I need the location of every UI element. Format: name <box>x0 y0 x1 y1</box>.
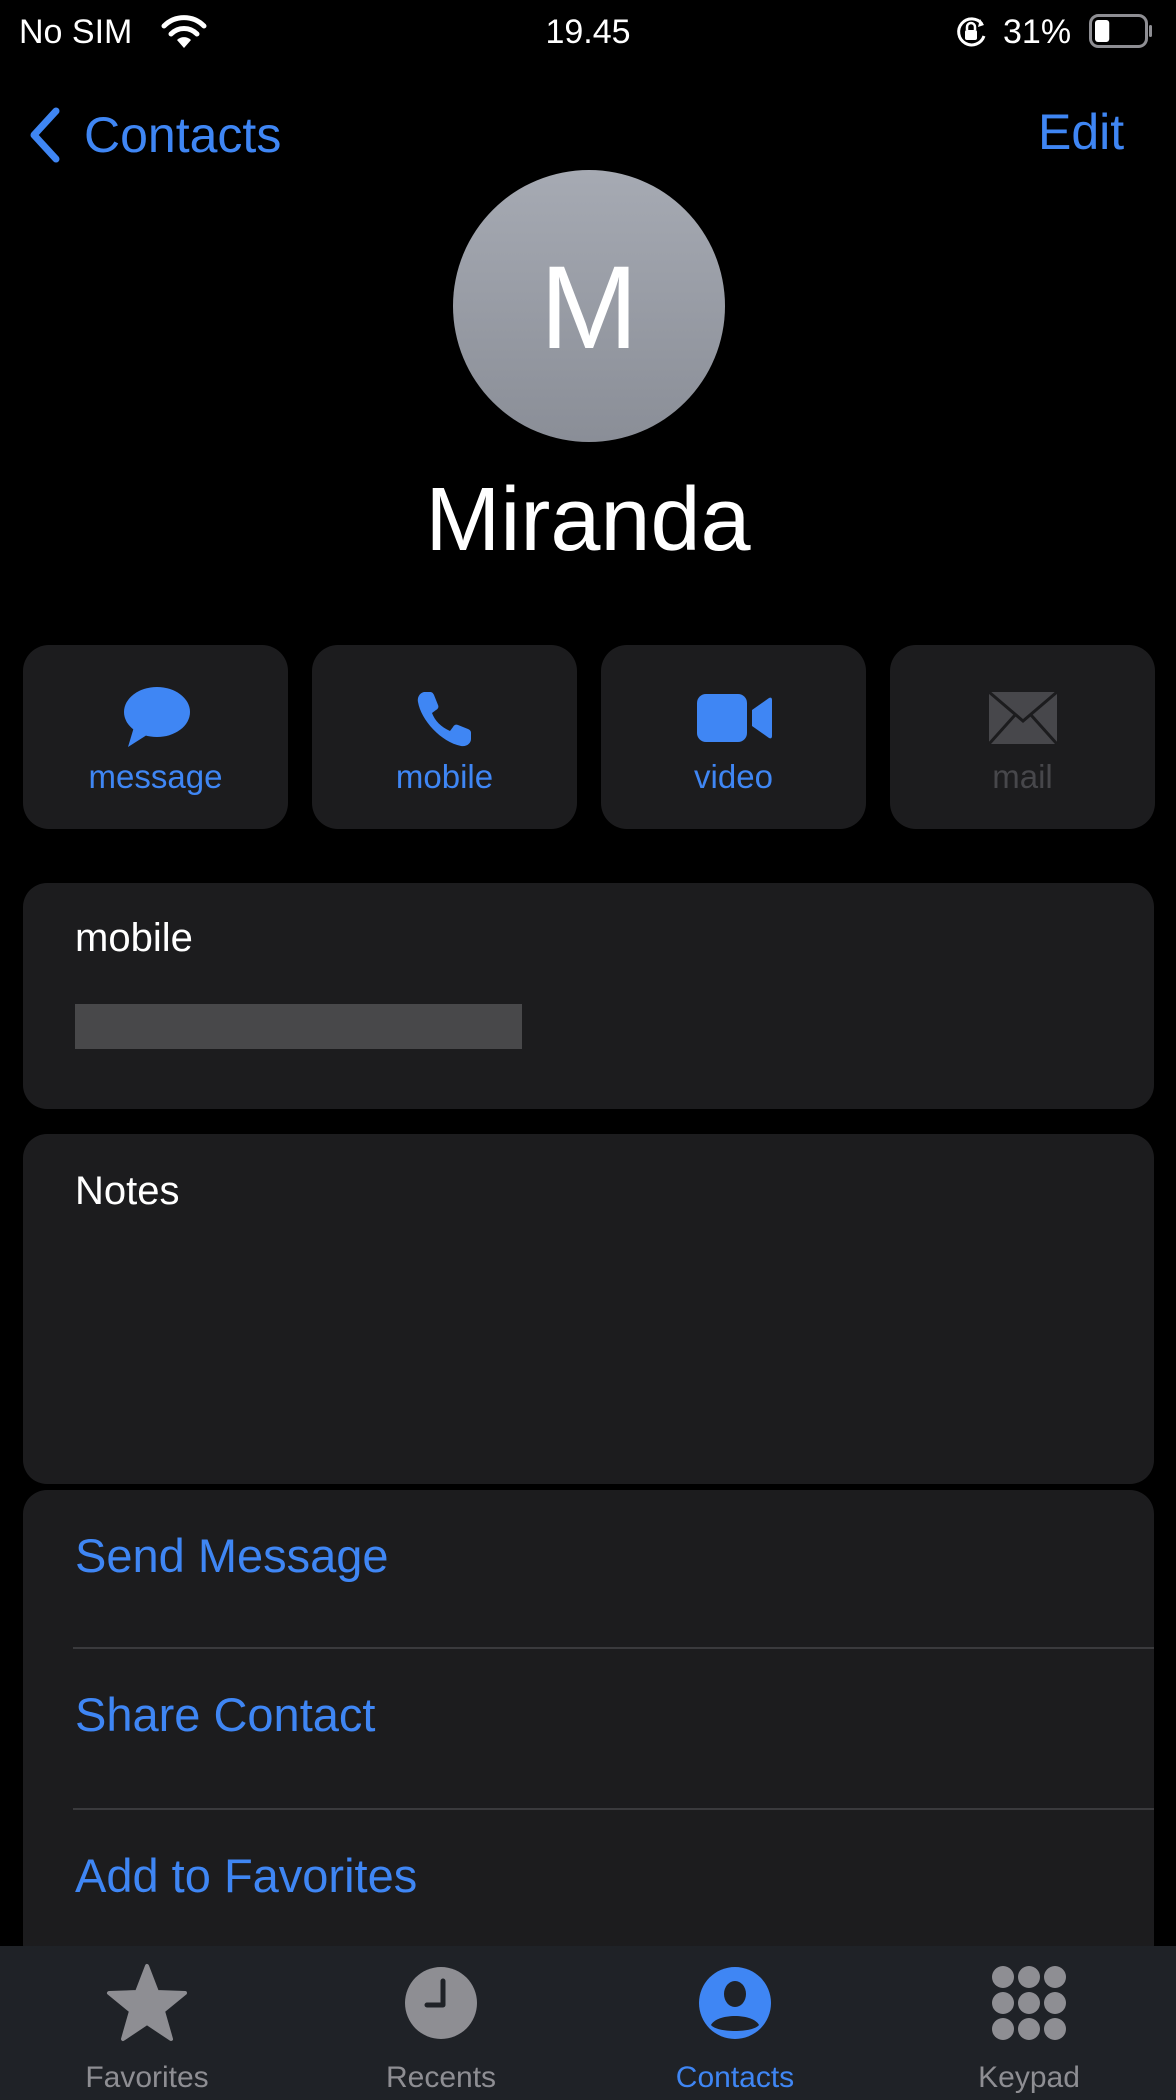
wifi-icon <box>161 15 207 48</box>
tab-recents-label: Recents <box>385 2061 497 2094</box>
call-action-button[interactable]: mobile <box>312 645 577 829</box>
share-contact-label: Share Contact <box>75 1688 376 1741</box>
add-to-favorites-row[interactable]: Add to Favorites <box>23 1810 1154 1950</box>
star-icon <box>107 1964 187 2041</box>
tab-recents[interactable]: Recents <box>294 1946 588 2100</box>
rotation-lock-icon <box>957 17 986 47</box>
edit-button[interactable]: Edit <box>1038 97 1124 167</box>
share-contact-row[interactable]: Share Contact <box>23 1649 1154 1789</box>
tab-bar: Favorites Recents Contacts Keypad <box>0 1946 1176 2100</box>
battery-percent: 31% <box>1003 13 1072 51</box>
keypad-icon <box>992 1966 1066 2040</box>
message-action-label: message <box>88 758 223 795</box>
video-action-button[interactable]: video <box>601 645 866 829</box>
message-bubble-icon <box>123 687 190 747</box>
tab-keypad-label: Keypad <box>978 2061 1080 2094</box>
contact-name: Miranda <box>425 470 751 570</box>
contact-actions-list: Send Message Share Contact Add to Favori… <box>23 1490 1154 1969</box>
video-camera-icon <box>696 694 772 742</box>
clock-icon <box>405 1967 477 2039</box>
tab-contacts-label: Contacts <box>675 2061 795 2094</box>
back-button[interactable]: Contacts <box>24 100 281 170</box>
phone-label: mobile <box>75 916 193 960</box>
video-action-label: video <box>694 758 773 795</box>
chevron-left-icon <box>30 107 60 163</box>
mail-action-label: mail <box>992 758 1053 795</box>
mail-action-button[interactable]: mail <box>890 645 1155 829</box>
phone-number-redacted[interactable] <box>75 1004 522 1049</box>
phone-icon <box>417 692 471 747</box>
call-action-label: mobile <box>395 758 494 795</box>
tab-contacts[interactable]: Contacts <box>588 1946 882 2100</box>
battery-icon <box>1089 14 1152 48</box>
notes-field[interactable]: Notes <box>23 1134 1154 1484</box>
phone-number-card[interactable]: mobile <box>23 883 1154 1109</box>
send-message-label: Send Message <box>75 1529 389 1582</box>
envelope-icon <box>987 691 1058 745</box>
carrier-label: No SIM <box>19 13 133 51</box>
tab-keypad[interactable]: Keypad <box>882 1946 1176 2100</box>
avatar-initial: M <box>539 242 639 374</box>
battery-fill <box>1095 20 1110 42</box>
send-message-row[interactable]: Send Message <box>23 1490 1154 1630</box>
tab-favorites-label: Favorites <box>85 2061 209 2094</box>
back-label: Contacts <box>84 107 282 163</box>
add-to-favorites-label: Add to Favorites <box>75 1849 418 1902</box>
notes-label: Notes <box>75 1169 180 1213</box>
avatar[interactable]: M <box>453 170 725 442</box>
message-action-button[interactable]: message <box>23 645 288 829</box>
clock-time: 19.45 <box>545 13 631 51</box>
tab-favorites[interactable]: Favorites <box>0 1946 294 2100</box>
person-circle-icon <box>699 1967 771 2039</box>
